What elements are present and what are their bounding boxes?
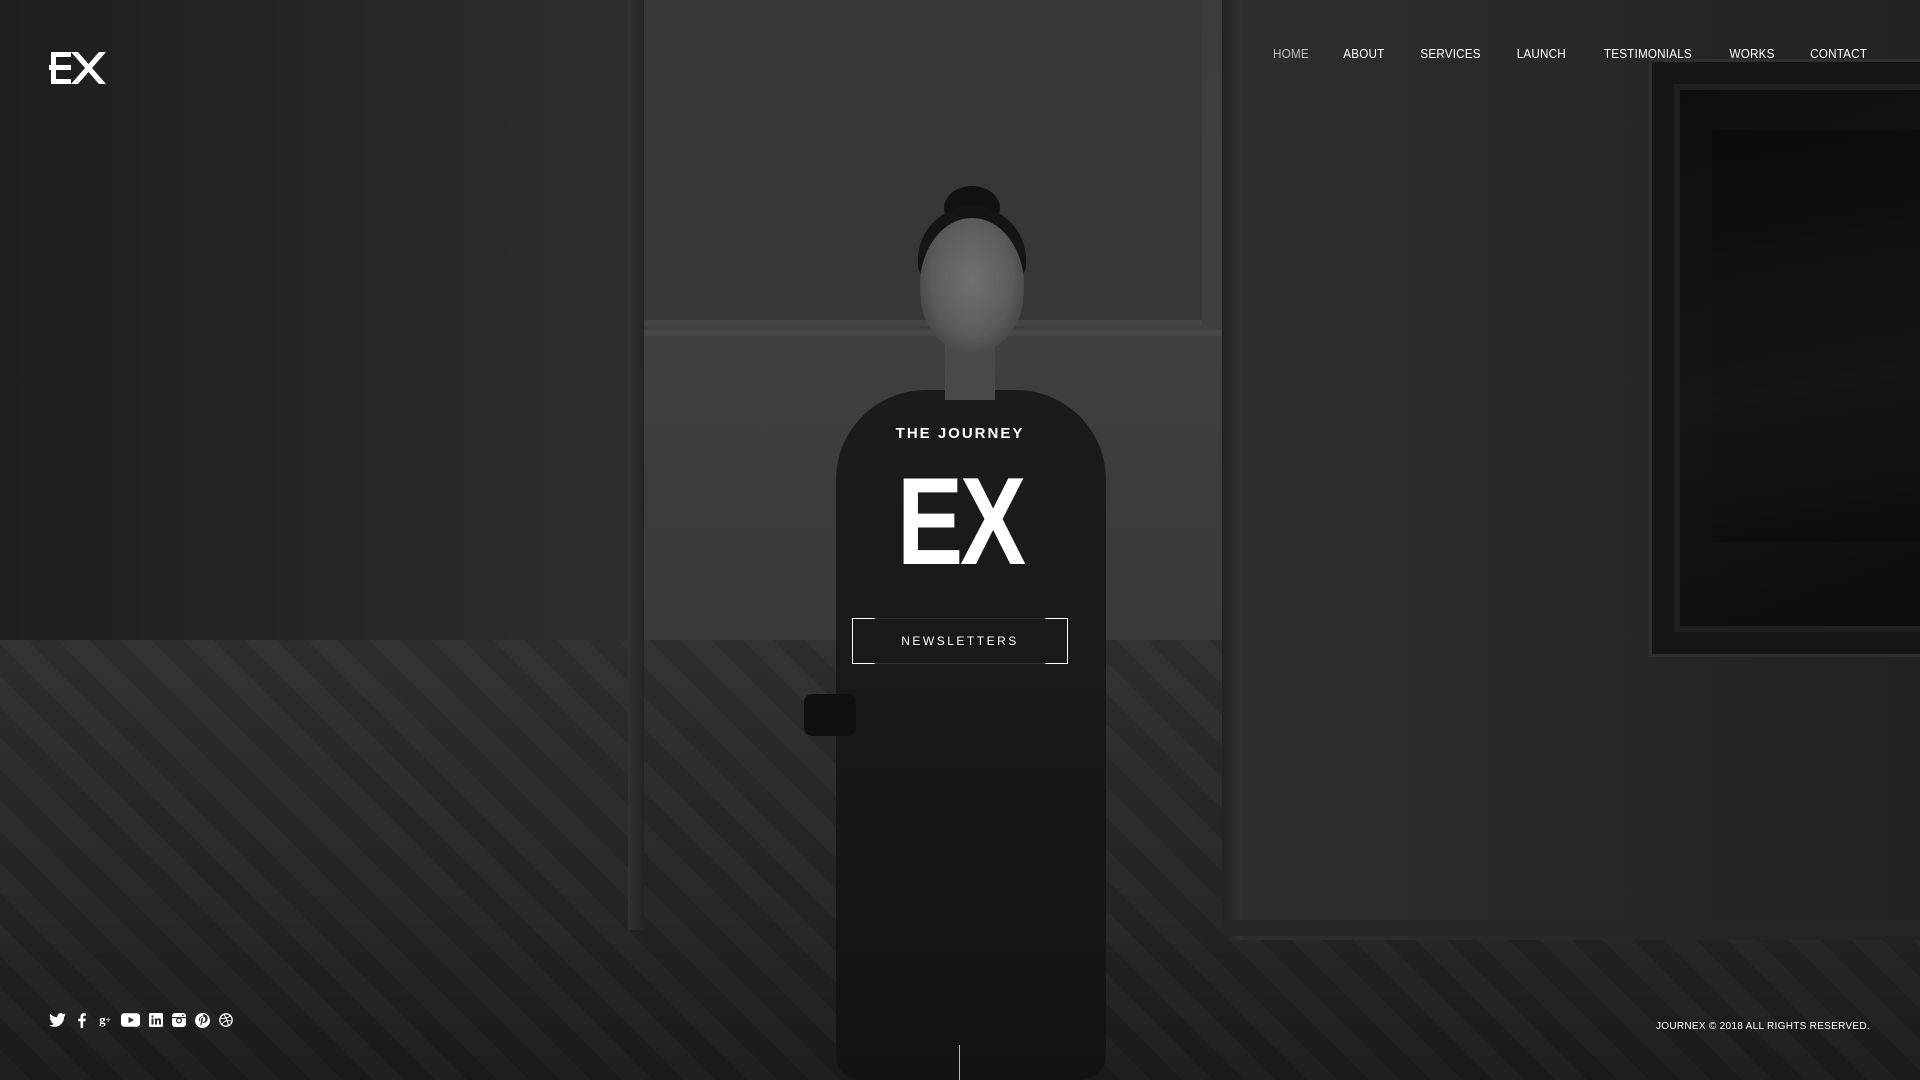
nav-item-launch[interactable]: LAUNCH [1517,46,1566,61]
copyright-text: JOURNEX © 2018 ALL RIGHTS RESERVED. [1655,1021,1870,1032]
hero-subtitle: THE JOURNEY [895,425,1025,442]
nav-item-home[interactable]: HOME [1273,46,1309,61]
scroll-indicator[interactable] [959,1045,960,1080]
nav-item-contact[interactable]: CONTACT [1810,46,1867,61]
facebook-icon[interactable] [75,1012,89,1028]
ex-logo-icon[interactable] [49,48,109,88]
twitter-icon[interactable] [49,1012,66,1028]
dribbble-icon[interactable] [219,1012,233,1028]
nav-item-services[interactable]: SERVICES [1420,46,1480,61]
instagram-icon[interactable] [172,1012,186,1028]
hero-title: EX [897,453,1026,591]
google-plus-icon[interactable]: g + [98,1012,112,1028]
linkedin-icon[interactable] [149,1012,163,1028]
nav-item-works[interactable]: WORKS [1729,46,1774,61]
youtube-icon[interactable] [121,1012,140,1028]
main-nav: HOME ABOUT SERVICES LAUNCH TESTIMONIALS … [1271,46,1870,61]
nav-item-testimonials[interactable]: TESTIMONIALS [1604,46,1692,61]
nav-item-about[interactable]: ABOUT [1344,46,1385,61]
pinterest-icon[interactable] [195,1012,210,1028]
newsletters-button[interactable]: NEWSLETTERS [852,618,1068,664]
social-links: g + [49,1012,233,1028]
